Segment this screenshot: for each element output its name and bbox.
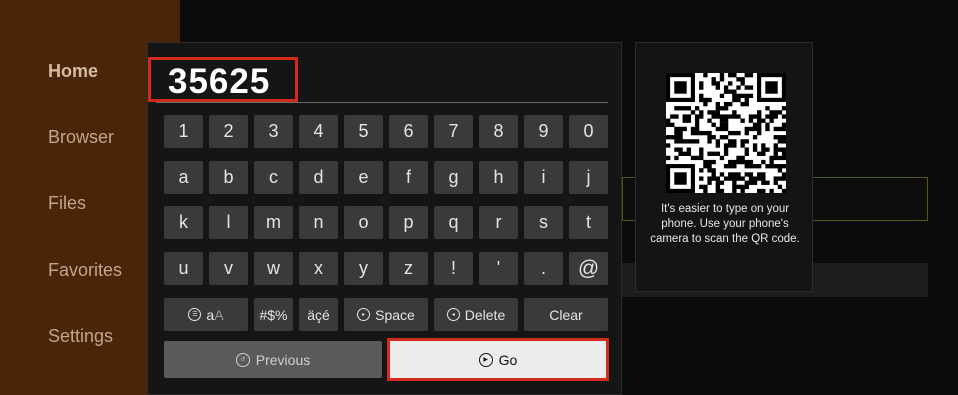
key-b[interactable]: b — [209, 161, 248, 194]
key-a[interactable]: a — [164, 161, 203, 194]
sidebar-item-browser[interactable]: Browser — [48, 127, 114, 148]
qr-help-text: It's easier to type on your phone. Use y… — [650, 203, 800, 245]
key-r[interactable]: r — [479, 206, 518, 239]
key-9[interactable]: 9 — [524, 115, 563, 148]
case-toggle-label-upper: A — [214, 306, 224, 323]
key-u[interactable]: u — [164, 252, 203, 285]
sidebar-item-files[interactable]: Files — [48, 193, 86, 214]
key-apostrophe[interactable]: ' — [479, 252, 518, 285]
key-s[interactable]: s — [524, 206, 563, 239]
key-c[interactable]: c — [254, 161, 293, 194]
qr-panel: It's easier to type on your phone. Use y… — [635, 42, 813, 292]
key-t[interactable]: t — [569, 206, 608, 239]
case-toggle-label-lower: a — [206, 306, 215, 323]
key-i[interactable]: i — [524, 161, 563, 194]
space-key[interactable]: ▸ Space — [344, 298, 428, 331]
key-8[interactable]: 8 — [479, 115, 518, 148]
key-6[interactable]: 6 — [389, 115, 428, 148]
go-icon: ▶ — [478, 352, 493, 367]
previous-button[interactable]: ↺ Previous — [164, 341, 382, 378]
key-m[interactable]: m — [254, 206, 293, 239]
key-7[interactable]: 7 — [434, 115, 473, 148]
previous-icon: ↺ — [235, 352, 250, 367]
delete-icon: ◂ — [446, 308, 460, 321]
accents-key[interactable]: äçé — [299, 298, 338, 331]
key-p[interactable]: p — [389, 206, 428, 239]
key-1[interactable]: 1 — [164, 115, 203, 148]
key-j[interactable]: j — [569, 161, 608, 194]
key-e[interactable]: e — [344, 161, 383, 194]
key-d[interactable]: d — [299, 161, 338, 194]
key-4[interactable]: 4 — [299, 115, 338, 148]
key-g[interactable]: g — [434, 161, 473, 194]
key-2[interactable]: 2 — [209, 115, 248, 148]
key-at[interactable]: @ — [569, 252, 608, 285]
delete-label: Delete — [464, 306, 506, 323]
key-k[interactable]: k — [164, 206, 203, 239]
case-toggle-key[interactable]: ☰ aA — [164, 298, 248, 331]
code-input-highlight[interactable]: 35625 — [148, 57, 298, 102]
key-f[interactable]: f — [389, 161, 428, 194]
key-exclamation[interactable]: ! — [434, 252, 473, 285]
go-button[interactable]: ▶ Go — [387, 338, 609, 381]
sidebar-item-home[interactable]: Home — [48, 61, 98, 82]
space-icon: ▸ — [357, 308, 371, 321]
symbols-key[interactable]: #$% — [254, 298, 293, 331]
key-v[interactable]: v — [209, 252, 248, 285]
sidebar-item-favorites[interactable]: Favorites — [48, 260, 122, 281]
go-label: Go — [498, 351, 518, 368]
qr-code — [666, 73, 787, 194]
key-5[interactable]: 5 — [344, 115, 383, 148]
key-0[interactable]: 0 — [569, 115, 608, 148]
case-toggle-icon: ☰ — [188, 308, 202, 321]
previous-label: Previous — [255, 351, 311, 368]
key-period[interactable]: . — [524, 252, 563, 285]
key-z[interactable]: z — [389, 252, 428, 285]
code-input-value: 35625 — [168, 62, 271, 101]
on-screen-keyboard: 35625 ☰ aA #$% äçé ▸ Space ◂ Delete Clea… — [147, 42, 622, 395]
clear-key[interactable]: Clear — [524, 298, 608, 331]
key-n[interactable]: n — [299, 206, 338, 239]
input-underline — [156, 102, 608, 103]
key-x[interactable]: x — [299, 252, 338, 285]
key-q[interactable]: q — [434, 206, 473, 239]
delete-key[interactable]: ◂ Delete — [434, 298, 518, 331]
key-3[interactable]: 3 — [254, 115, 293, 148]
key-o[interactable]: o — [344, 206, 383, 239]
space-label: Space — [375, 306, 415, 323]
qr-code-image — [666, 73, 787, 194]
sidebar-item-settings[interactable]: Settings — [48, 326, 113, 347]
key-h[interactable]: h — [479, 161, 518, 194]
key-y[interactable]: y — [344, 252, 383, 285]
key-l[interactable]: l — [209, 206, 248, 239]
key-w[interactable]: w — [254, 252, 293, 285]
